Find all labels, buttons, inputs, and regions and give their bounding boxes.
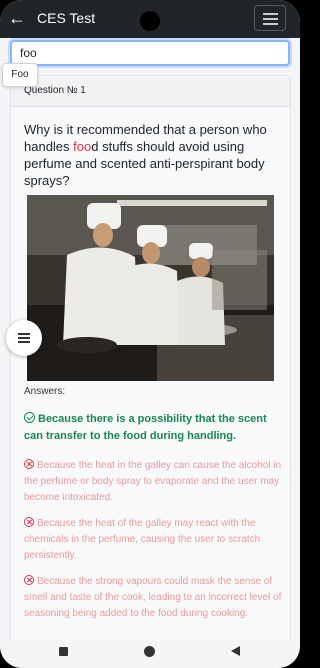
search-highlight: foo	[73, 139, 92, 154]
wrong-answer: Because the strong vapours could mask th…	[24, 574, 286, 622]
recents-icon[interactable]	[59, 647, 68, 656]
menu-icon-line	[18, 337, 30, 339]
floating-menu-button[interactable]	[6, 320, 42, 356]
question-image	[27, 195, 274, 381]
camera-cutout	[140, 11, 160, 31]
app-title: CES Test	[37, 10, 96, 26]
wrong-answer: Because the heat of the galley may react…	[24, 516, 286, 564]
search-input[interactable]	[10, 40, 290, 66]
phone-screen: ← CES Test Question № 1 Why is it recomm…	[0, 0, 300, 668]
question-number: Question № 1	[11, 76, 290, 107]
x-circle-icon	[24, 459, 34, 469]
x-circle-icon	[24, 575, 34, 585]
correct-answer: Because there is a possibility that the …	[24, 411, 286, 445]
back-arrow-icon[interactable]: ←	[8, 9, 26, 27]
hamburger-line	[263, 18, 278, 20]
app-bar: ← CES Test	[0, 0, 300, 38]
x-circle-icon	[24, 517, 34, 527]
question-card: Question № 1 Why is it recommended that …	[10, 75, 291, 657]
answers-label: Answers:	[24, 386, 66, 397]
hamburger-line	[263, 13, 278, 15]
correct-answer-text: Because there is a possibility that the …	[24, 413, 267, 442]
wrong-answer-text: Because the heat in the galley can cause…	[24, 460, 282, 503]
back-icon[interactable]	[231, 646, 240, 656]
system-nav-bar	[0, 640, 300, 668]
wrong-answer-text: Because the heat of the galley may react…	[24, 518, 261, 561]
search-suggestion[interactable]: Foo	[2, 63, 38, 87]
menu-icon-line	[18, 333, 30, 335]
wrong-answer: Because the heat in the galley can cause…	[24, 458, 286, 506]
hamburger-line	[263, 23, 278, 25]
question-text: Why is it recommended that a person who …	[24, 121, 286, 189]
menu-icon-line	[18, 341, 30, 343]
kitchen-photo	[27, 195, 274, 381]
navbar-toggle-button[interactable]	[254, 5, 286, 31]
wrong-answer-text: Because the strong vapours could mask th…	[24, 576, 282, 619]
home-icon[interactable]	[144, 646, 155, 657]
check-circle-icon	[24, 412, 35, 423]
